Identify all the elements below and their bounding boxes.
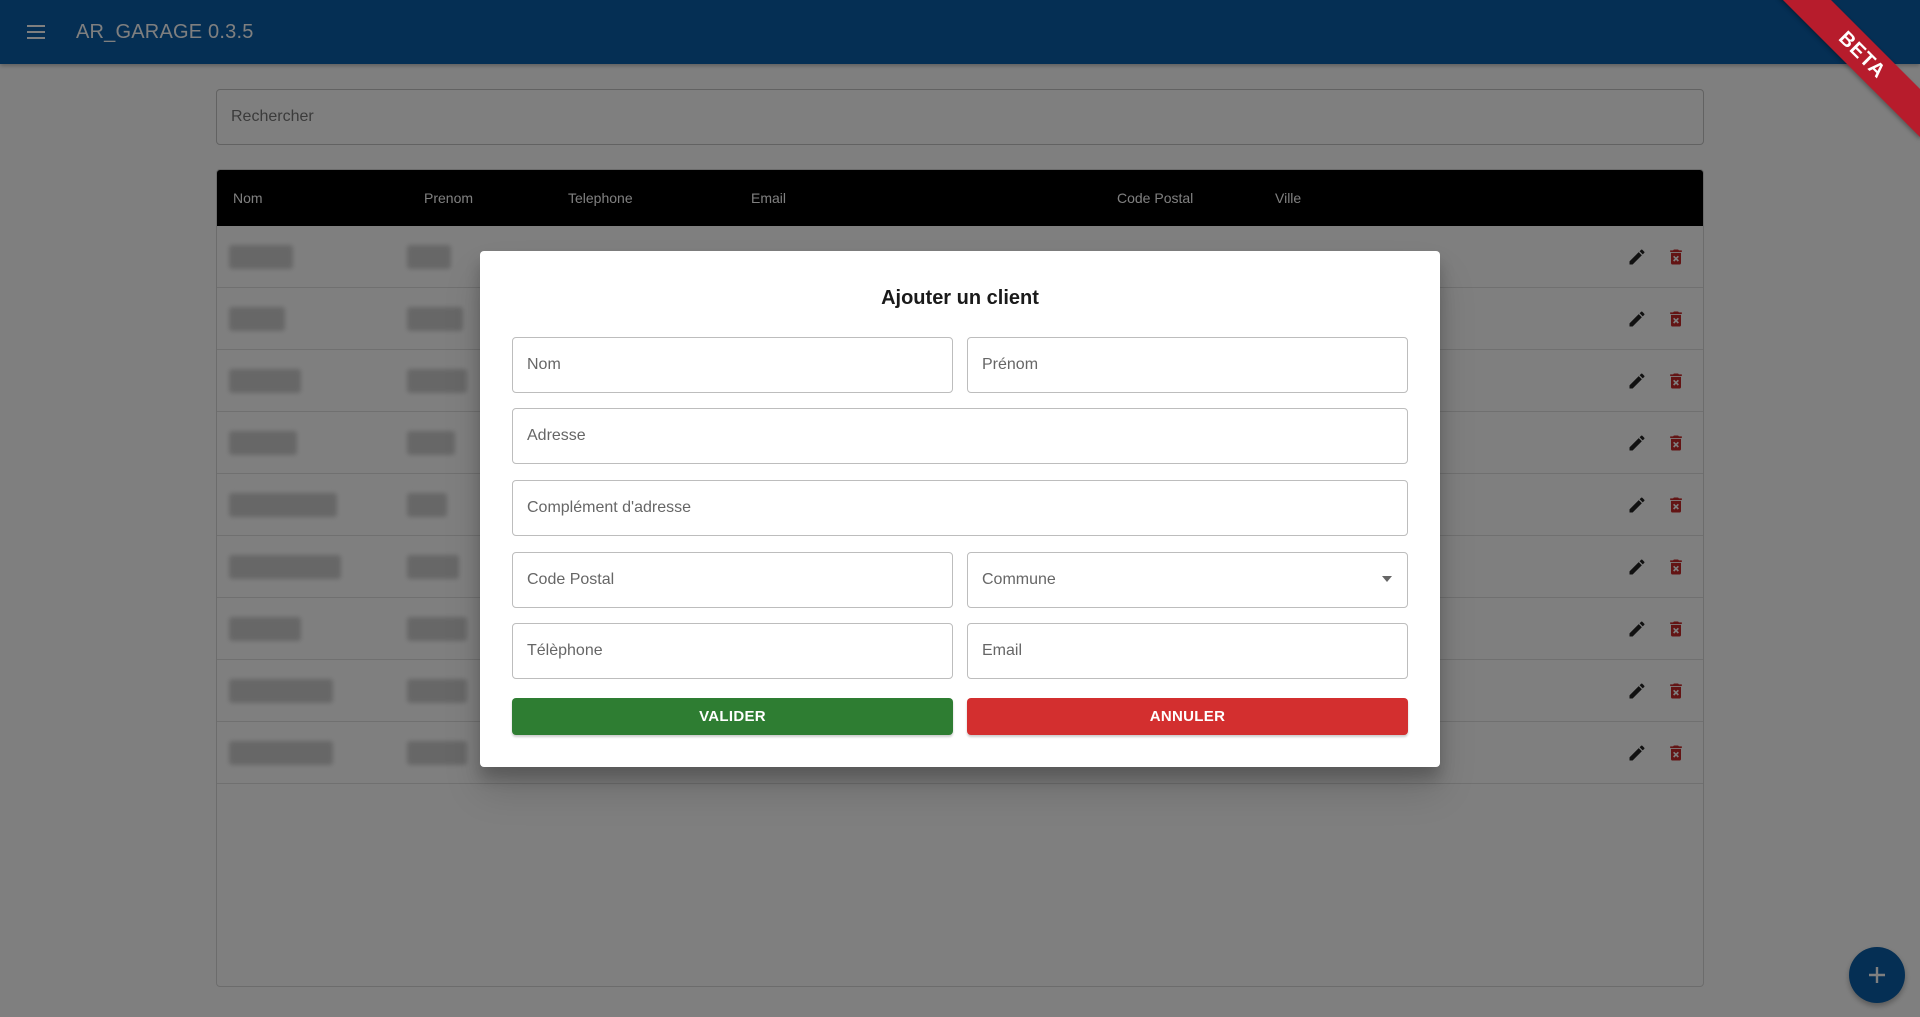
adresse-field[interactable]: [512, 408, 1408, 464]
code-postal-field[interactable]: [512, 552, 953, 608]
app-root: AR_GARAGE 0.3.5 BETA Nom Prenom Telephon…: [0, 0, 1920, 1017]
complement-adresse-field[interactable]: [512, 480, 1408, 536]
commune-select-label: Commune: [982, 571, 1056, 588]
nom-field[interactable]: [512, 337, 953, 393]
add-client-dialog: Ajouter un client Commune VALIDER ANNULE…: [480, 251, 1440, 767]
telephone-field[interactable]: [512, 623, 953, 679]
valider-button[interactable]: VALIDER: [512, 698, 953, 735]
email-field[interactable]: [967, 623, 1408, 679]
beta-ribbon: BETA: [1770, 0, 1920, 150]
beta-ribbon-label: BETA: [1779, 0, 1920, 138]
chevron-down-icon: [1382, 576, 1392, 582]
prenom-field[interactable]: [967, 337, 1408, 393]
annuler-button[interactable]: ANNULER: [967, 698, 1408, 735]
commune-select[interactable]: Commune: [967, 552, 1408, 608]
dialog-title: Ajouter un client: [881, 287, 1039, 309]
